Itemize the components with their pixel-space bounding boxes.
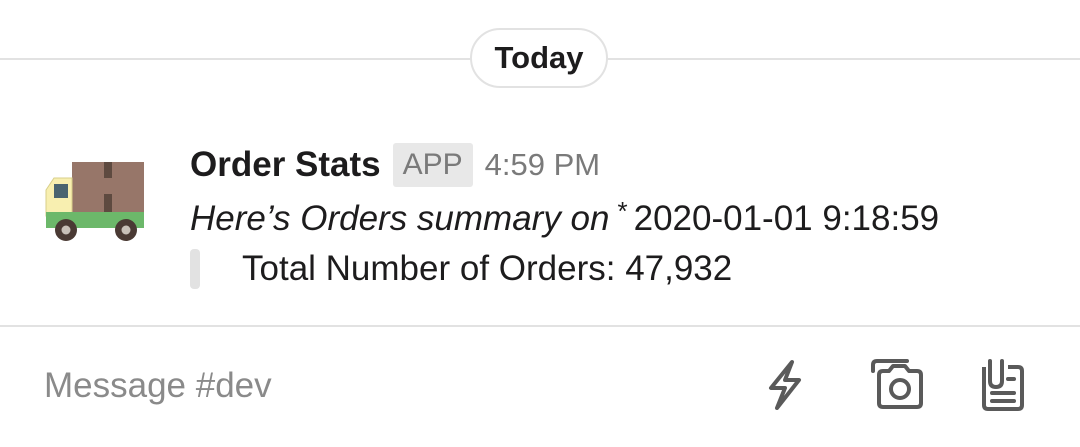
day-divider-pill[interactable]: Today <box>470 28 608 88</box>
message-attachment: Total Number of Orders: 47,932 <box>190 248 732 290</box>
lightning-icon <box>762 359 808 416</box>
message-summary: Here’s Orders summary on * 2020-01-01 9:18… <box>190 196 939 239</box>
summary-italic-text: Here’s Orders summary on <box>190 199 610 238</box>
attachment-bar <box>190 249 200 289</box>
files-button[interactable] <box>968 352 1038 422</box>
chat-screen: Today Order Stats APP 4:59 PM Here’s Ord… <box>0 0 1080 447</box>
files-icon <box>976 357 1030 418</box>
day-divider: Today <box>0 28 1080 90</box>
summary-asterisk: * <box>617 196 628 226</box>
message-input[interactable] <box>30 358 758 414</box>
shortcuts-button[interactable] <box>750 352 820 422</box>
message-timestamp[interactable]: 4:59 PM <box>485 147 600 183</box>
app-badge: APP <box>392 143 473 187</box>
summary-datetime: 2020-01-01 9:18:59 <box>633 199 940 238</box>
camera-button[interactable] <box>862 352 932 422</box>
message: Order Stats APP 4:59 PM Here’s Orders su… <box>0 130 1080 310</box>
sender-name[interactable]: Order Stats <box>190 145 381 185</box>
attachment-text: Total Number of Orders: 47,932 <box>242 249 733 288</box>
camera-icon <box>867 357 927 418</box>
composer-divider <box>0 325 1080 327</box>
message-header: Order Stats APP 4:59 PM <box>190 140 600 190</box>
delivery-truck-icon[interactable] <box>44 160 148 274</box>
